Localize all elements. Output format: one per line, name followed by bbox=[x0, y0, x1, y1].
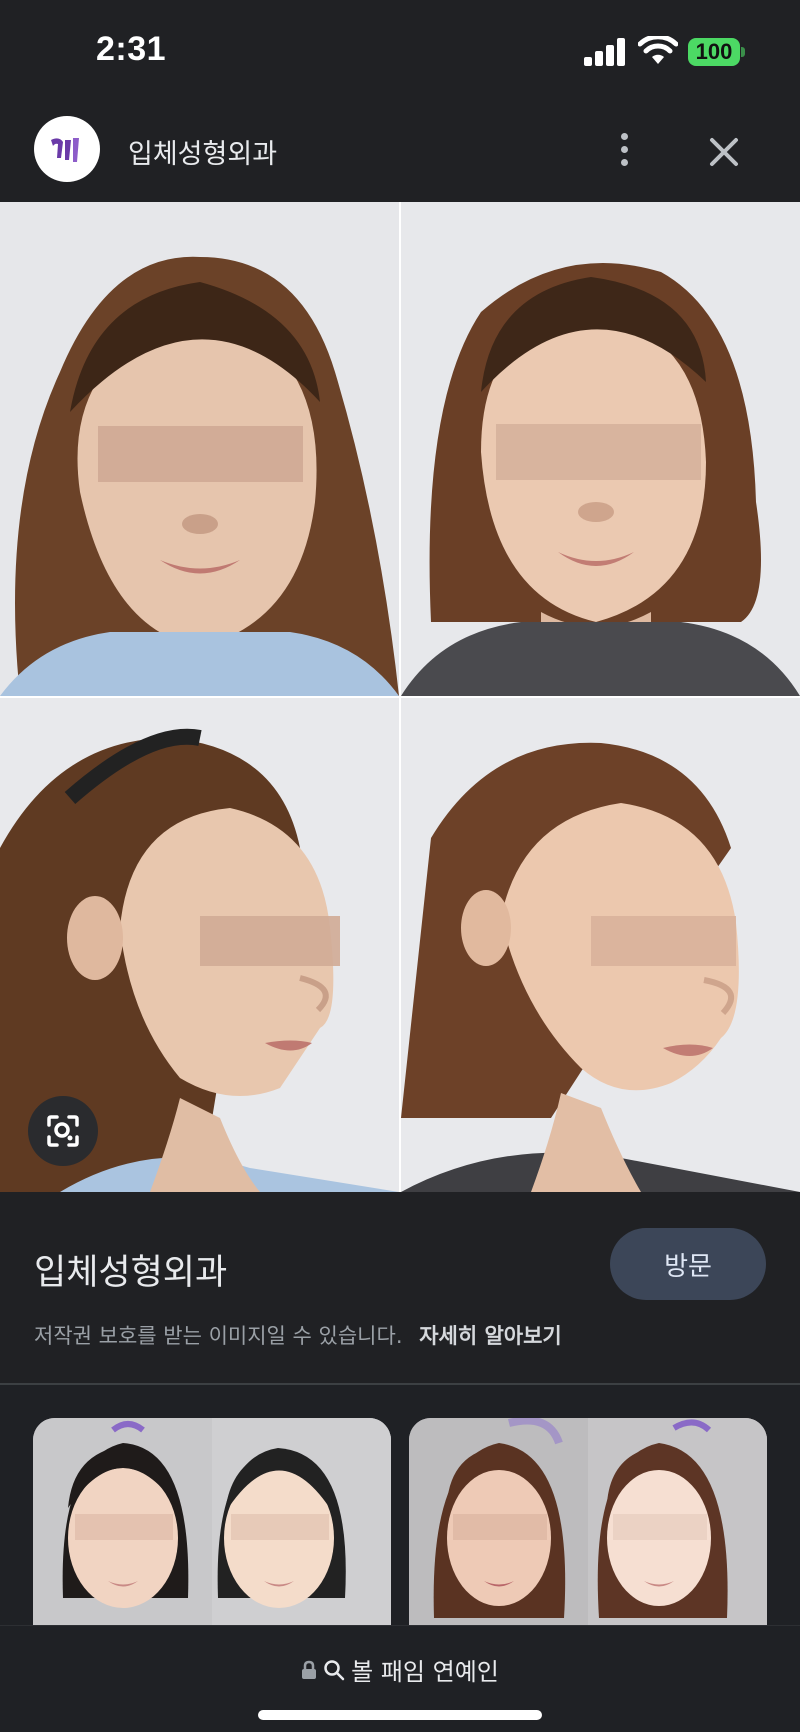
more-options-button[interactable] bbox=[606, 124, 642, 174]
source-info-panel: 입체성형외과 방문 저작권 보호를 받는 이미지일 수 있습니다. 자세히 알아… bbox=[0, 1192, 800, 1384]
close-icon[interactable] bbox=[700, 128, 748, 176]
battery-icon: 100 bbox=[688, 38, 745, 66]
cellular-signal-icon bbox=[584, 38, 626, 66]
photo-front-before bbox=[0, 202, 399, 696]
related-image-2[interactable] bbox=[409, 1418, 767, 1625]
copyright-text: 저작권 보호를 받는 이미지일 수 있습니다. bbox=[34, 1324, 403, 1348]
battery-level: 100 bbox=[688, 38, 740, 66]
search-query: 볼 패임 연예인 bbox=[351, 1658, 499, 1686]
lock-icon bbox=[302, 1660, 317, 1679]
copyright-notice: 저작권 보호를 받는 이미지일 수 있습니다. 자세히 알아보기 bbox=[34, 1320, 562, 1350]
search-icon bbox=[324, 1659, 345, 1680]
learn-more-link[interactable]: 자세히 알아보기 bbox=[419, 1324, 562, 1348]
wifi-icon bbox=[638, 36, 678, 64]
clinic-logo-icon[interactable] bbox=[34, 116, 100, 182]
lens-icon bbox=[47, 1115, 79, 1147]
search-query-row[interactable]: 볼 패임 연예인 bbox=[0, 1652, 800, 1687]
lens-search-button[interactable] bbox=[28, 1096, 98, 1166]
source-title[interactable]: 입체성형외과 bbox=[34, 1244, 227, 1295]
related-images bbox=[0, 1385, 800, 1625]
main-image[interactable] bbox=[0, 202, 800, 1192]
visit-button[interactable]: 방문 bbox=[610, 1228, 766, 1300]
address-bar[interactable]: 볼 패임 연예인 bbox=[0, 1625, 800, 1732]
status-bar: 2:31 100 bbox=[0, 0, 800, 100]
home-indicator[interactable] bbox=[258, 1710, 542, 1720]
related-image-1[interactable] bbox=[33, 1418, 391, 1625]
photo-front-after bbox=[401, 202, 800, 696]
header-title: 입체성형외과 bbox=[128, 139, 278, 170]
status-time: 2:31 bbox=[96, 30, 167, 68]
photo-side-after bbox=[401, 698, 800, 1192]
viewer-header: 입체성형외과 bbox=[0, 100, 800, 202]
